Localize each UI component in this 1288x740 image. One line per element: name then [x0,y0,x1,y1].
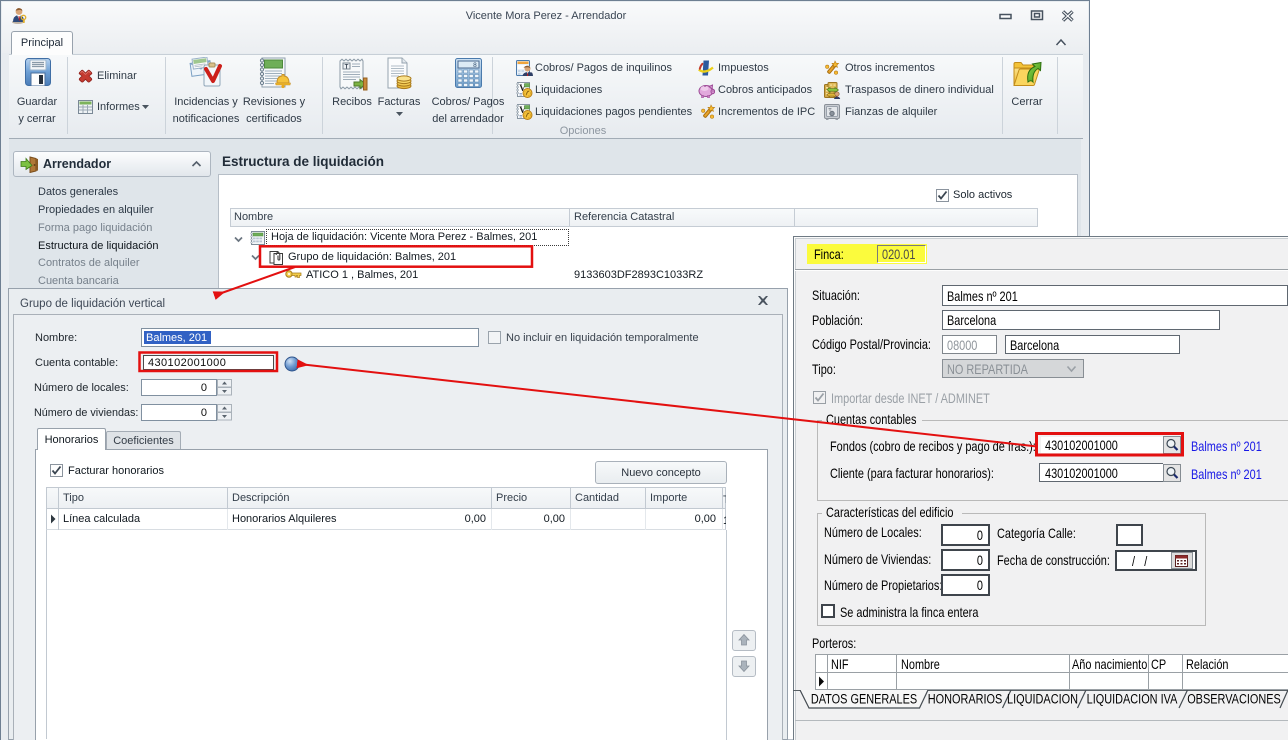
svg-text:LIQUIDACION: LIQUIDACION [1007,691,1078,707]
svg-text:8: 8 [473,62,477,69]
svg-text:OBSERVACIONES: OBSERVACIONES [1187,691,1281,707]
svg-text:DATOS GENERALES: DATOS GENERALES [811,691,917,707]
svg-text:HONORARIOS: HONORARIOS [928,691,1003,707]
svg-text:LIQUIDACION IVA: LIQUIDACION IVA [1087,691,1178,707]
svg-text:T: T [345,64,349,70]
